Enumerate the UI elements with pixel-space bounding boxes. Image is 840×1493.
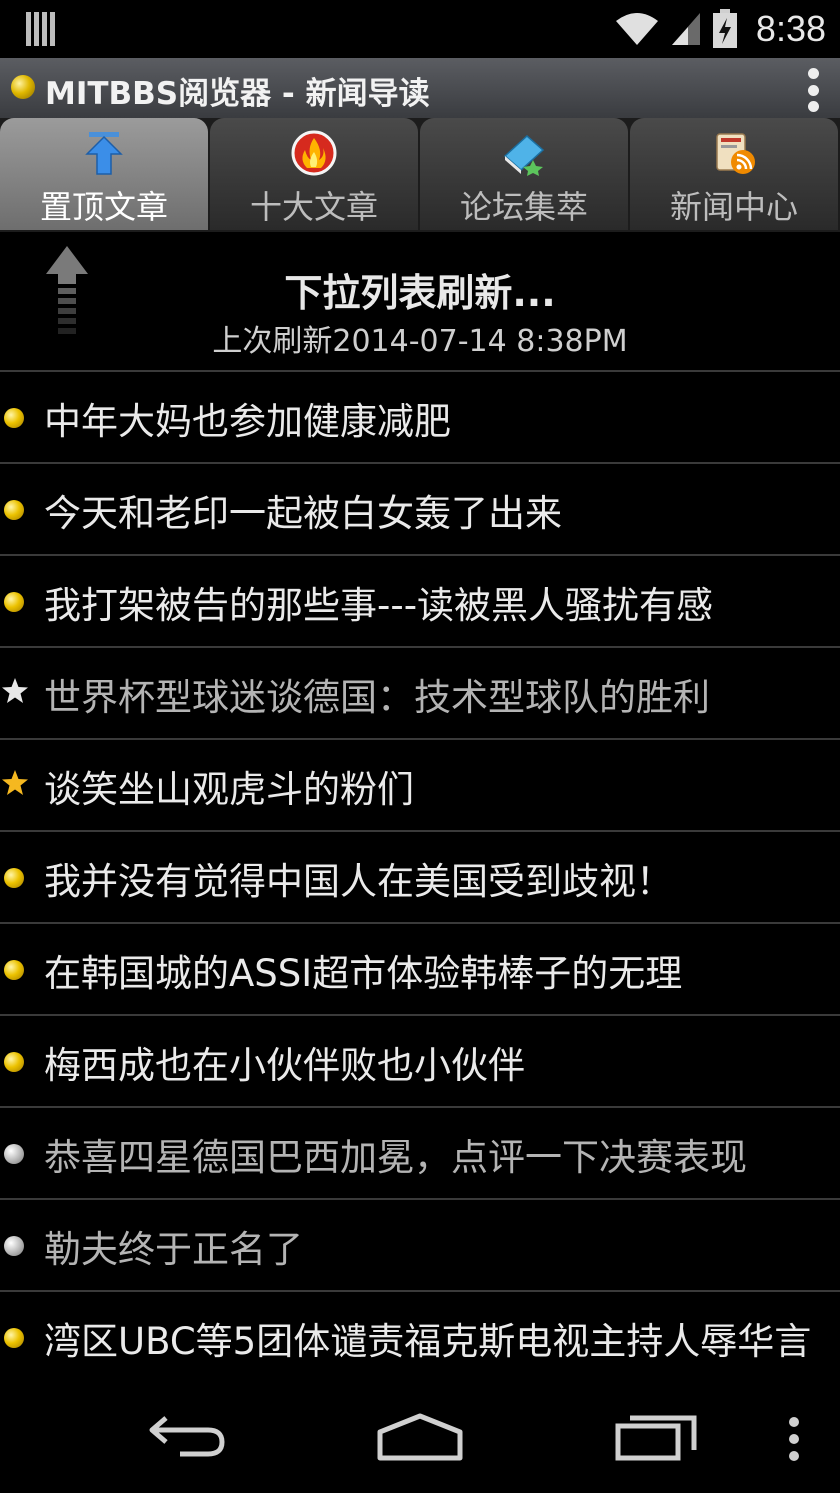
app-title-bar: MITBBS阅览器 - 新闻导读	[0, 58, 840, 119]
news-rss-icon	[716, 133, 755, 174]
list-item[interactable]: 在韩国城的ASSI超市体验韩棒子的无理	[0, 924, 840, 1016]
article-title: 我并没有觉得中国人在美国受到歧视！	[44, 860, 673, 903]
article-title: 恭喜四星德国巴西加冕，点评一下决赛表现	[44, 1136, 747, 1179]
article-title: 今天和老印一起被白女轰了出来	[44, 492, 562, 535]
fire-icon	[291, 130, 337, 176]
pull-to-refresh-header: 下拉列表刷新... 上次刷新2014-07-14 8:38PM	[0, 236, 840, 372]
refresh-title: 下拉列表刷新...	[284, 271, 556, 315]
article-title: 世界杯型球迷谈德国：技术型球队的胜利	[44, 676, 710, 719]
tab-bar: 置顶文章 十大文章 论坛集萃 新闻中心	[0, 118, 840, 353]
list-item[interactable]: 今天和老印一起被白女轰了出来	[0, 464, 840, 556]
list-item[interactable]: 中年大妈也参加健康减肥	[0, 372, 840, 464]
list-item[interactable]: 恭喜四星德国巴西加冕，点评一下决赛表现	[0, 1108, 840, 1200]
article-title: 在韩国城的ASSI超市体验韩棒子的无理	[44, 952, 683, 995]
gold-star-icon	[2, 770, 28, 795]
article-title: 湾区UBC等5团体谴责福克斯电视主持人辱华言	[44, 1320, 812, 1363]
tab-label: 置顶文章	[39, 188, 168, 226]
app-logo-icon	[11, 75, 35, 99]
white-star-icon	[2, 678, 28, 703]
signal-icon	[671, 13, 700, 45]
unread-dot-icon	[4, 592, 24, 612]
list-item[interactable]: 谈笑坐山观虎斗的粉们	[0, 740, 840, 832]
battery-icon	[712, 9, 737, 48]
tab-label: 十大文章	[249, 188, 378, 226]
list-item[interactable]: 勒夫终于正名了	[0, 1200, 840, 1292]
clock: 8:38	[755, 8, 826, 49]
last-refresh-time: 上次刷新2014-07-14 8:38PM	[212, 324, 628, 359]
back-icon[interactable]	[146, 1408, 228, 1468]
menu-icon[interactable]	[784, 1408, 804, 1468]
list-item[interactable]: 我并没有觉得中国人在美国受到歧视！	[0, 832, 840, 924]
unread-dot-icon	[4, 408, 24, 428]
tab-label: 论坛集萃	[459, 188, 588, 226]
tab-forum-digest[interactable]: 论坛集萃	[420, 118, 628, 230]
tab-news-center[interactable]: 新闻中心	[630, 118, 838, 230]
article-title: 梅西成也在小伙伴败也小伙伴	[44, 1044, 525, 1087]
unread-dot-icon	[4, 868, 24, 888]
tab-top-ten[interactable]: 十大文章	[210, 118, 418, 230]
overflow-menu-icon[interactable]	[806, 68, 820, 112]
list-item[interactable]: 世界杯型球迷谈德国：技术型球队的胜利	[0, 648, 840, 740]
read-dot-icon	[4, 1144, 24, 1164]
list-item[interactable]: 梅西成也在小伙伴败也小伙伴	[0, 1016, 840, 1108]
article-title: 中年大妈也参加健康减肥	[44, 400, 451, 443]
article-title: 我打架被告的那些事---读被黑人骚扰有感	[44, 584, 714, 627]
list-item[interactable]: 湾区UBC等5团体谴责福克斯电视主持人辱华言	[0, 1292, 840, 1382]
book-icon	[503, 134, 545, 176]
read-dot-icon	[4, 1236, 24, 1256]
unread-dot-icon	[4, 960, 24, 980]
tab-label: 新闻中心	[669, 188, 798, 226]
tab-pinned-articles[interactable]: 置顶文章	[0, 118, 208, 230]
status-bar: 8:38	[0, 0, 840, 58]
app-title: MITBBS阅览器 - 新闻导读	[45, 76, 430, 112]
unread-dot-icon	[4, 1052, 24, 1072]
list-item[interactable]: 我打架被告的那些事---读被黑人骚扰有感	[0, 556, 840, 648]
recent-apps-icon[interactable]	[614, 1408, 698, 1468]
upload-arrow-icon	[85, 132, 123, 175]
wifi-icon	[615, 13, 658, 45]
article-title: 勒夫终于正名了	[44, 1228, 303, 1271]
article-title: 谈笑坐山观虎斗的粉们	[44, 768, 414, 811]
notification-icon	[26, 12, 56, 46]
home-icon[interactable]	[376, 1408, 464, 1468]
article-list: 中年大妈也参加健康减肥 今天和老印一起被白女轰了出来 我打架被告的那些事---读…	[0, 372, 840, 1382]
unread-dot-icon	[4, 500, 24, 520]
unread-dot-icon	[4, 1328, 24, 1348]
system-navigation-bar	[0, 1378, 840, 1493]
